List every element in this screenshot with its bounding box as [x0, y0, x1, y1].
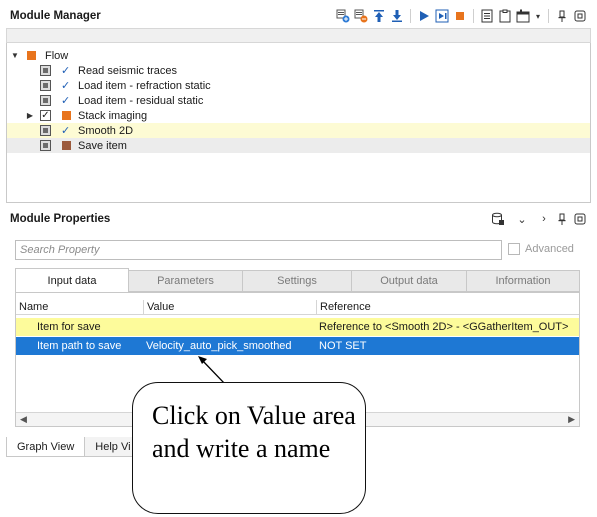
- tree-item-read-seismic-traces[interactable]: ✓ Read seismic traces: [7, 63, 590, 78]
- float-icon[interactable]: [573, 212, 587, 226]
- tab-information[interactable]: Information: [466, 270, 580, 292]
- tab-graph-view[interactable]: Graph View: [6, 437, 86, 457]
- enable-checkbox[interactable]: [40, 80, 51, 91]
- toolbar-separator: [473, 9, 474, 23]
- module-marker-icon: [62, 141, 71, 150]
- scroll-left-icon[interactable]: ◀: [20, 414, 27, 425]
- module-tree[interactable]: ▼ Flow ✓ Read seismic traces ✓ Load item…: [6, 43, 591, 203]
- collapse-arrow-icon[interactable]: ▶: [25, 111, 35, 120]
- pin-icon[interactable]: [555, 9, 569, 23]
- tree-item-label: Flow: [45, 49, 69, 62]
- tree-item-stack-imaging[interactable]: ▶ ✓ Stack imaging: [7, 108, 590, 123]
- tree-item-label: Save item: [78, 139, 127, 152]
- enable-checkbox[interactable]: [40, 95, 51, 106]
- tab-label: Input data: [47, 274, 97, 287]
- module-properties-header: Module Properties ⌄ ›: [6, 208, 591, 230]
- expand-arrow-icon[interactable]: ▼: [10, 51, 20, 60]
- tree-item-save-item[interactable]: Save item: [7, 138, 590, 153]
- module-manager-subbar: [6, 28, 591, 43]
- toolbar-separator: [548, 9, 549, 23]
- column-header-reference[interactable]: Reference: [317, 300, 579, 315]
- scroll-right-icon[interactable]: ▶: [568, 414, 575, 425]
- tab-parameters[interactable]: Parameters: [128, 270, 243, 292]
- run-step-icon[interactable]: [435, 9, 449, 23]
- table-row[interactable]: Item for save Reference to <Smooth 2D> -…: [16, 318, 579, 336]
- checkmark-icon: ✓: [61, 125, 71, 137]
- tab-label: Parameters: [157, 275, 214, 287]
- tree-item-label: Smooth 2D: [78, 124, 134, 137]
- module-marker-icon: [62, 111, 71, 120]
- clipboard-icon[interactable]: [498, 9, 512, 23]
- tab-label: Graph View: [17, 440, 75, 453]
- tree-item-load-refraction-static[interactable]: ✓ Load item - refraction static: [7, 78, 590, 93]
- advanced-checkbox[interactable]: [508, 243, 520, 255]
- module-properties-title: Module Properties: [10, 213, 111, 225]
- tree-item-smooth-2d[interactable]: ✓ Smooth 2D: [7, 123, 590, 138]
- search-property-field[interactable]: [15, 240, 502, 260]
- chevron-down-icon[interactable]: ⌄: [515, 212, 529, 226]
- layout-icon[interactable]: [516, 9, 530, 23]
- toolbar-separator: [410, 9, 411, 23]
- enable-checkbox[interactable]: [40, 140, 51, 151]
- tree-item-label: Load item - refraction static: [78, 79, 211, 92]
- row-name: Item path to save: [37, 340, 122, 352]
- tree-item-label: Read seismic traces: [78, 64, 178, 77]
- grid-header: Name Value Reference: [16, 300, 579, 315]
- tab-input-data[interactable]: Input data: [15, 268, 129, 292]
- column-header-name[interactable]: Name: [16, 300, 144, 315]
- move-up-icon[interactable]: [372, 9, 386, 23]
- add-module-icon[interactable]: [336, 9, 350, 23]
- chevron-right-icon[interactable]: ›: [537, 212, 551, 226]
- advanced-toggle[interactable]: Advanced: [508, 243, 574, 255]
- callout-text: Click on Value area and write a name: [152, 401, 356, 463]
- enable-checkbox[interactable]: ✓: [40, 110, 51, 121]
- tab-output-data[interactable]: Output data: [351, 270, 467, 292]
- module-manager-title: Module Manager: [10, 10, 101, 22]
- tab-settings[interactable]: Settings: [242, 270, 352, 292]
- advanced-label: Advanced: [525, 243, 574, 255]
- database-icon[interactable]: [491, 212, 505, 226]
- checkmark-icon: ✓: [61, 95, 71, 107]
- row-name: Item for save: [37, 321, 101, 333]
- tree-item-label: Load item - residual static: [78, 94, 204, 107]
- list-icon[interactable]: [480, 9, 494, 23]
- enable-checkbox[interactable]: [40, 65, 51, 76]
- checkmark-icon: ✓: [61, 65, 71, 77]
- remove-module-icon[interactable]: [354, 9, 368, 23]
- enable-checkbox[interactable]: [40, 125, 51, 136]
- column-header-value[interactable]: Value: [144, 300, 317, 315]
- tab-label: Help Vi: [95, 440, 131, 453]
- module-manager-toolbar: ▾: [336, 9, 591, 23]
- move-down-icon[interactable]: [390, 9, 404, 23]
- checkmark-icon: ✓: [61, 80, 71, 92]
- properties-tabs: Input data Parameters Settings Output da…: [15, 268, 580, 292]
- module-properties-toolbar: ⌄ ›: [491, 212, 591, 226]
- bottom-tabs: Graph View Help Vi: [6, 437, 142, 457]
- row-reference: Reference to <Smooth 2D> - <GGatherItem_…: [319, 321, 569, 333]
- row-reference: NOT SET: [319, 340, 367, 352]
- run-icon[interactable]: [417, 9, 431, 23]
- tab-label: Output data: [380, 275, 438, 287]
- dropdown-icon[interactable]: ▾: [534, 9, 542, 23]
- float-icon[interactable]: [573, 9, 587, 23]
- tree-item-label: Stack imaging: [78, 109, 148, 122]
- search-property-input[interactable]: [20, 244, 501, 256]
- tab-label: Information: [495, 275, 551, 287]
- module-manager-header: Module Manager ▾: [6, 5, 591, 27]
- table-row-selected[interactable]: Item path to save Velocity_auto_pick_smo…: [16, 337, 579, 355]
- tab-label: Settings: [277, 275, 317, 287]
- tree-item-load-residual-static[interactable]: ✓ Load item - residual static: [7, 93, 590, 108]
- tree-item-flow[interactable]: ▼ Flow: [7, 48, 590, 63]
- flow-marker-icon: [27, 51, 36, 60]
- stop-icon[interactable]: [453, 9, 467, 23]
- pin-icon[interactable]: [555, 212, 569, 226]
